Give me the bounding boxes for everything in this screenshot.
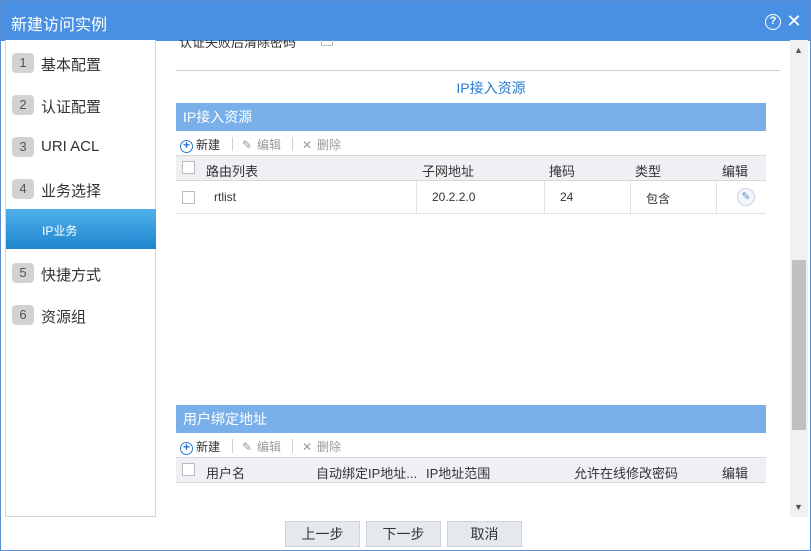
row-checkbox[interactable] <box>182 191 195 204</box>
step-label: 快捷方式 <box>41 267 102 284</box>
step-label: 认证配置 <box>41 99 102 116</box>
step-auth-config[interactable]: 2 认证配置 <box>6 84 156 124</box>
close-icon[interactable]: ✕ <box>785 11 803 31</box>
column-header: 子网地址 <box>422 164 475 179</box>
ip-delete-button[interactable]: ✕ 删除 <box>300 136 341 153</box>
toolbar-separator <box>292 137 293 151</box>
cancel-button[interactable]: 取消 <box>447 521 522 547</box>
delete-icon: ✕ <box>301 440 313 454</box>
step-label: URI ACL <box>41 138 100 155</box>
pencil-icon: ✎ <box>241 440 253 454</box>
toolbar-separator <box>232 439 233 453</box>
step-number: 1 <box>12 53 34 73</box>
column-header: 允许在线修改密码 <box>574 466 679 481</box>
column-header: 编辑 <box>722 164 749 179</box>
ip-add-button[interactable]: + 新建 <box>180 136 220 153</box>
add-label: 新建 <box>196 440 221 454</box>
user-binding-panel-header: 用户绑定地址 <box>176 405 766 433</box>
step-resource-group[interactable]: 6 资源组 <box>6 294 156 334</box>
column-header: 自动绑定IP地址... <box>316 466 418 481</box>
delete-label: 删除 <box>317 440 342 454</box>
step-number: 6 <box>12 305 34 325</box>
dialog-title: 新建访问实例 <box>11 17 108 34</box>
vertical-scrollbar[interactable]: ▲ ▼ <box>790 40 808 517</box>
user-add-button[interactable]: + 新建 <box>180 438 220 455</box>
scroll-up-icon[interactable]: ▲ <box>794 45 803 55</box>
delete-label: 删除 <box>317 138 342 152</box>
table-row[interactable]: rtlist 20.2.2.0 24 包含 ✎ <box>176 181 766 214</box>
step-label: 业务选择 <box>41 183 102 200</box>
toolbar-separator <box>232 137 233 151</box>
clipped-option-checkbox[interactable] <box>321 40 333 46</box>
delete-icon: ✕ <box>301 138 313 152</box>
column-header: 类型 <box>635 164 662 179</box>
cell-divider <box>716 181 717 214</box>
add-icon: + <box>180 139 193 153</box>
scroll-down-icon[interactable]: ▼ <box>794 502 803 512</box>
edit-label: 编辑 <box>257 138 282 152</box>
column-header: 路由列表 <box>206 164 259 179</box>
step-label: 基本配置 <box>41 57 102 74</box>
pencil-icon: ✎ <box>241 138 253 152</box>
step-number: 3 <box>12 137 34 157</box>
clipped-option-row: 认证失败后清除密码 <box>176 40 780 48</box>
select-all-checkbox[interactable] <box>182 161 195 174</box>
user-table-header: 用户名 自动绑定IP地址... IP地址范围 允许在线修改密码 编辑 <box>176 457 766 483</box>
ip-table-header: 路由列表 子网地址 掩码 类型 编辑 <box>176 155 766 181</box>
cell-divider <box>416 181 417 214</box>
scroll-thumb[interactable] <box>792 260 806 430</box>
step-number: 5 <box>12 263 34 283</box>
ip-resource-panel-header: IP接入资源 <box>176 103 766 131</box>
clipped-option-label: 认证失败后清除密码 <box>179 40 297 48</box>
section-divider <box>176 70 780 71</box>
user-binding-toolbar: + 新建 ✎ 编辑 ✕ 删除 <box>176 434 766 458</box>
pencil-icon[interactable]: ✎ <box>737 188 755 206</box>
subnet-cell: 20.2.2.0 <box>432 190 476 204</box>
help-icon[interactable]: ? <box>765 14 781 30</box>
type-cell: 包含 <box>646 192 671 206</box>
user-edit-button[interactable]: ✎ 编辑 <box>240 438 281 455</box>
step-basic-config[interactable]: 1 基本配置 <box>6 42 156 82</box>
step-service-select[interactable]: 4 业务选择 <box>6 168 156 208</box>
step-number: 2 <box>12 95 34 115</box>
ip-edit-button[interactable]: ✎ 编辑 <box>240 136 281 153</box>
title-bar: 新建访问实例 ? ✕ <box>1 1 810 41</box>
wizard-sidebar: 1 基本配置 2 认证配置 3 URI ACL 4 业务选择 IP业务 5 快捷… <box>5 40 156 517</box>
route-list-cell: rtlist <box>214 190 236 204</box>
add-icon: + <box>180 441 193 455</box>
column-header: 用户名 <box>206 466 246 481</box>
ip-resource-toolbar: + 新建 ✎ 编辑 ✕ 删除 <box>176 132 766 156</box>
cell-divider <box>544 181 545 214</box>
cell-divider <box>630 181 631 214</box>
column-header: 掩码 <box>549 164 576 179</box>
select-all-checkbox[interactable] <box>182 463 195 476</box>
mask-cell: 24 <box>560 190 574 204</box>
column-header: IP地址范围 <box>426 466 491 481</box>
step-uri-acl[interactable]: 3 URI ACL <box>6 126 156 166</box>
column-header: 编辑 <box>722 466 749 481</box>
step-label: 资源组 <box>41 309 87 326</box>
next-button[interactable]: 下一步 <box>366 521 441 547</box>
user-delete-button[interactable]: ✕ 删除 <box>300 438 341 455</box>
step-label: IP业务 <box>42 224 78 238</box>
edit-label: 编辑 <box>257 440 282 454</box>
section-title: IP接入资源 <box>456 80 526 96</box>
step-number: 4 <box>12 179 34 199</box>
step-ip-service[interactable]: IP业务 <box>6 209 156 249</box>
toolbar-separator <box>292 439 293 453</box>
step-shortcut[interactable]: 5 快捷方式 <box>6 252 156 292</box>
add-label: 新建 <box>196 138 221 152</box>
prev-button[interactable]: 上一步 <box>285 521 360 547</box>
